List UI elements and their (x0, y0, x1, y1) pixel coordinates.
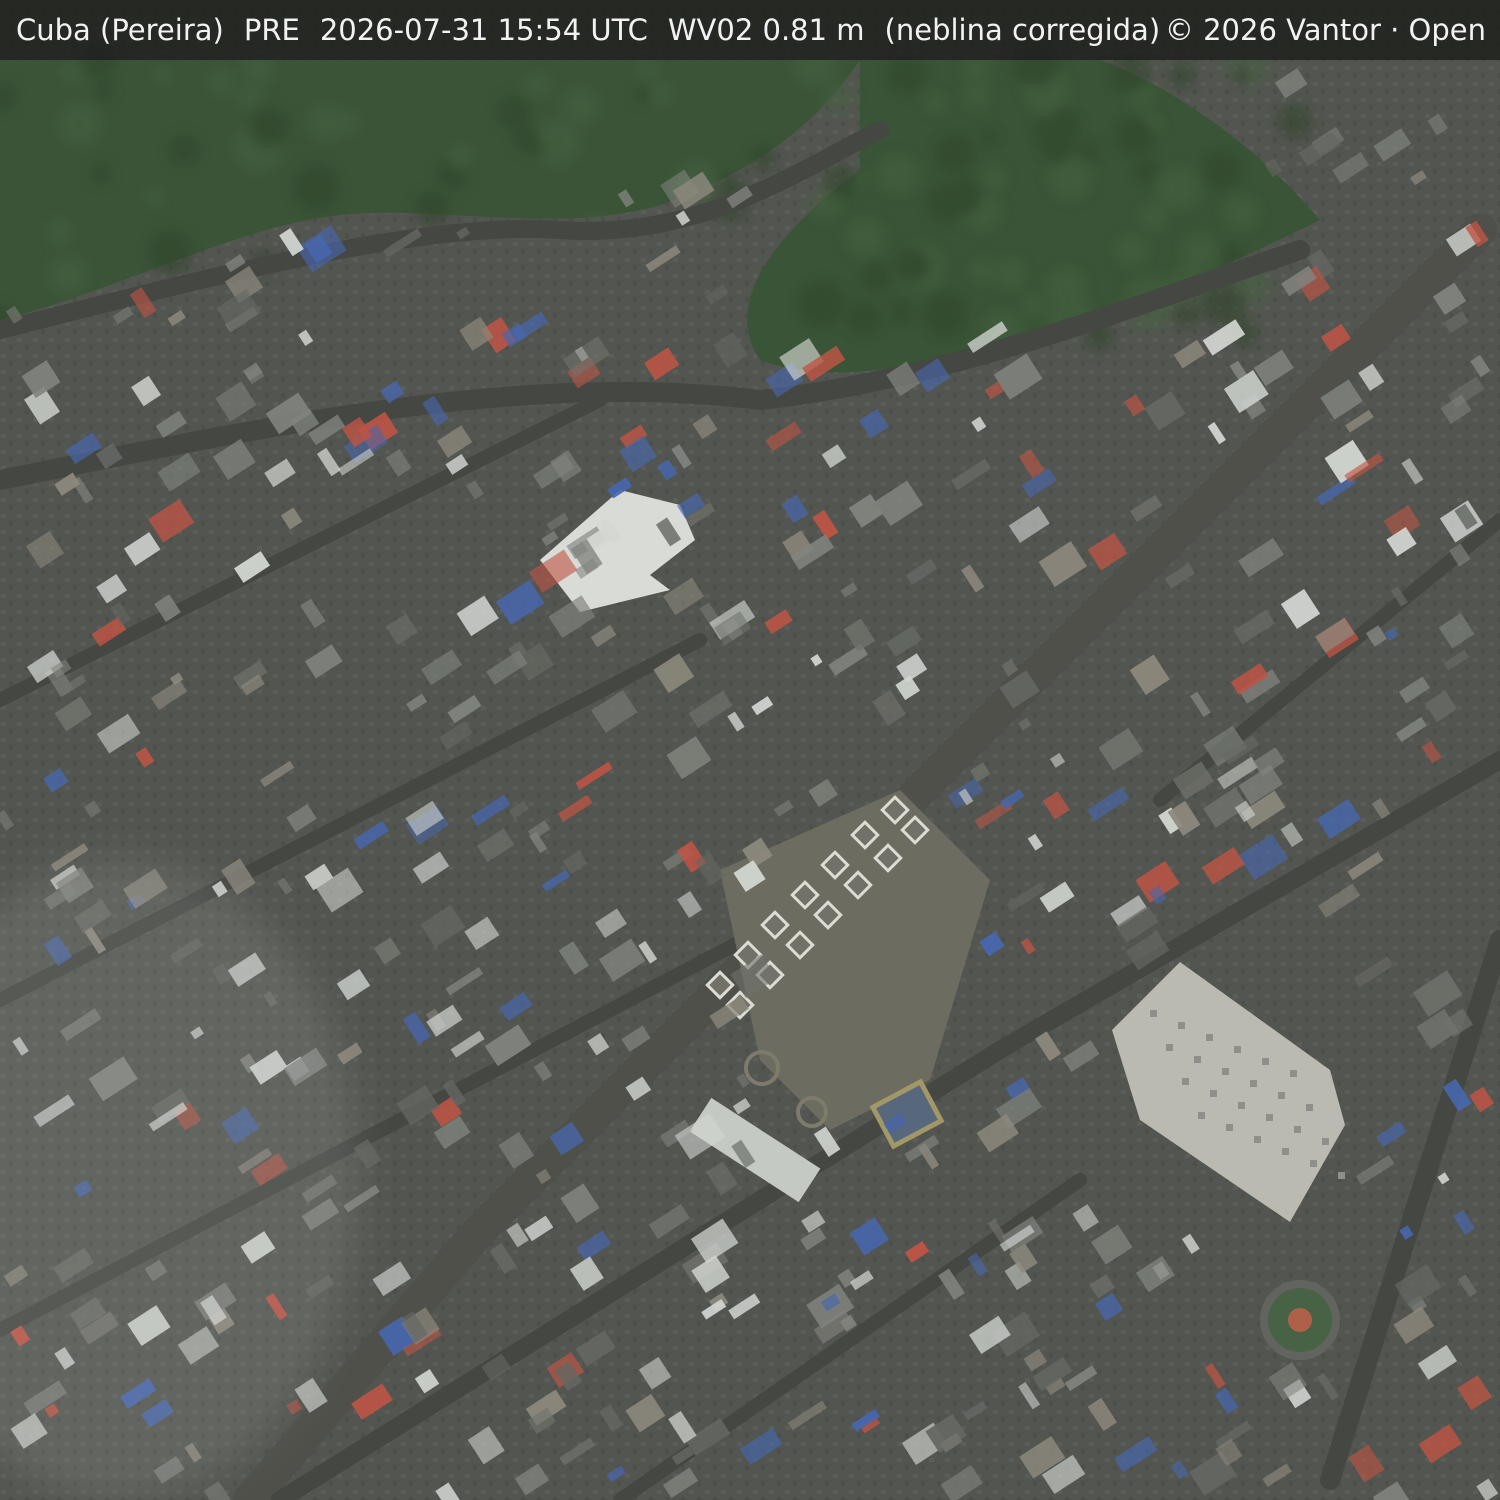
capture-datetime: 2026-07-31 15:54 UTC (319, 13, 648, 47)
satellite-image-frame: Cuba (Pereira) PRE 2026-07-31 15:54 UTC … (0, 0, 1500, 1500)
sensor-resolution: WV02 0.81 m (667, 13, 865, 47)
image-caption-bar: Cuba (Pereira) PRE 2026-07-31 15:54 UTC … (0, 0, 1500, 60)
location-label: Cuba (Pereira) (16, 13, 224, 47)
processing-note: (neblina corregida) (884, 13, 1161, 47)
copyright-credit: © 2026 Vantor · Open (1164, 13, 1486, 47)
satellite-image (0, 0, 1500, 1500)
location-code: PRE (243, 13, 300, 47)
